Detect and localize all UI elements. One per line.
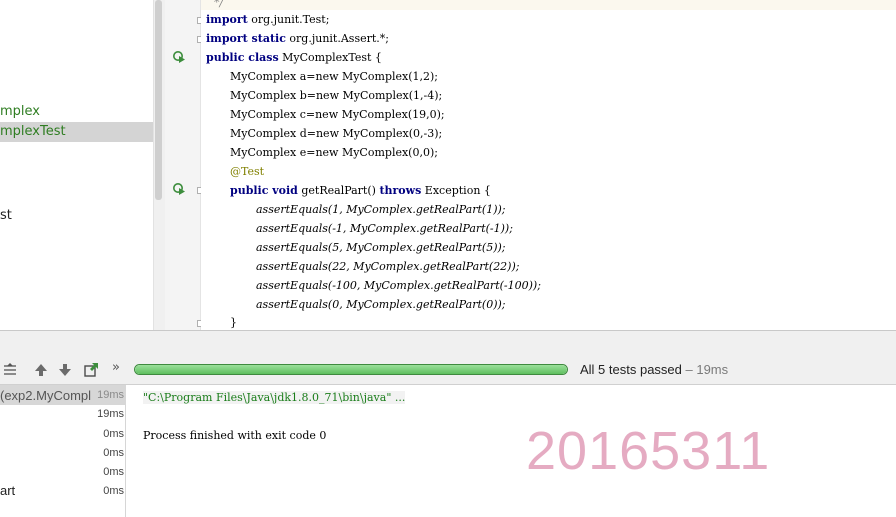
tree-item-mycomplex[interactable]: mplex [0,102,40,122]
export-icon[interactable] [83,362,99,378]
result-row-root-name[interactable]: (exp2.MyCompl [0,388,91,403]
code-line-decl-b: MyComplex b=new MyComplex(1,-4); [230,89,443,102]
code-line-import-assert: import static org.junit.Assert.*; [206,29,389,48]
code-line-assert: assertEquals(-100, MyComplex.getRealPart… [256,279,541,292]
code-keyword: throws [379,184,422,197]
test-progress-fill [135,365,567,374]
code-line-decl-d: MyComplex d=new MyComplex(0,-3); [230,127,443,140]
project-tree-panel [0,0,153,330]
student-id-watermark: 20165311 [526,421,771,481]
result-row-name[interactable]: art [0,483,15,498]
code-text: MyComplexTest { [278,51,382,64]
tests-status-time: – 19ms [681,362,729,377]
code-keyword: public class [206,51,279,64]
code-keyword: import static [206,32,286,45]
code-line-assert: assertEquals(-1, MyComplex.getRealPart(-… [256,222,513,235]
code-line-decl-a: MyComplex a=new MyComplex(1,2); [230,70,439,83]
test-progress-bar [134,364,568,375]
code-text: org.junit.Assert.*; [285,32,389,45]
code-line-method-declaration: public void getRealPart() throws Excepti… [230,181,491,200]
code-line-assert: assertEquals(0, MyComplex.getRealPart(0)… [256,298,506,311]
code-line-import-test: import org.junit.Test; [206,10,329,29]
project-scrollbar-thumb[interactable] [155,0,162,200]
tests-status-text: All 5 tests passed – 19ms [580,362,728,377]
tree-item-test[interactable]: st [0,206,12,226]
result-row-time: 19ms [97,408,124,420]
code-line-assert: assertEquals(22, MyComplex.getRealPart(2… [256,260,520,273]
code-line-decl-e: MyComplex e=new MyComplex(0,0); [230,146,438,159]
code-line-annotation: @Test [230,165,265,178]
code-line-class-declaration: public class MyComplexTest { [206,48,382,67]
console-command-line: "C:\Program Files\Java\jdk1.8.0_71\bin\j… [143,391,406,404]
code-keyword: import [206,13,248,26]
tests-status-label: All 5 tests passed [580,362,682,377]
result-row-root-time: 19ms [97,389,124,401]
result-row-time: 0ms [103,485,124,497]
code-line-assert: assertEquals(5, MyComplex.getRealPart(5)… [256,241,506,254]
editor-comment-band [201,0,896,10]
result-row-time: 0ms [103,466,124,478]
sort-icon[interactable] [2,362,18,378]
code-text: org.junit.Test; [247,13,330,26]
tree-item-mycomplextest[interactable]: mplexTest [0,122,66,142]
arrow-up-icon[interactable] [33,362,49,378]
run-test-method-icon[interactable] [172,182,186,196]
result-row-time: 0ms [103,428,124,440]
code-text: Exception { [421,184,491,197]
console-exit-message: Process finished with exit code 0 [143,429,327,442]
result-row-time: 0ms [103,447,124,459]
code-keyword: public void [230,184,298,197]
code-line-assert: assertEquals(1, MyComplex.getRealPart(1)… [256,203,506,216]
arrow-down-icon[interactable] [57,362,73,378]
tool-window-separator[interactable] [0,330,896,354]
more-actions-icon[interactable]: » [112,360,128,376]
run-test-class-icon[interactable] [172,50,186,64]
code-text: getRealPart() [297,184,380,197]
code-line-decl-c: MyComplex c=new MyComplex(19,0); [230,108,445,121]
